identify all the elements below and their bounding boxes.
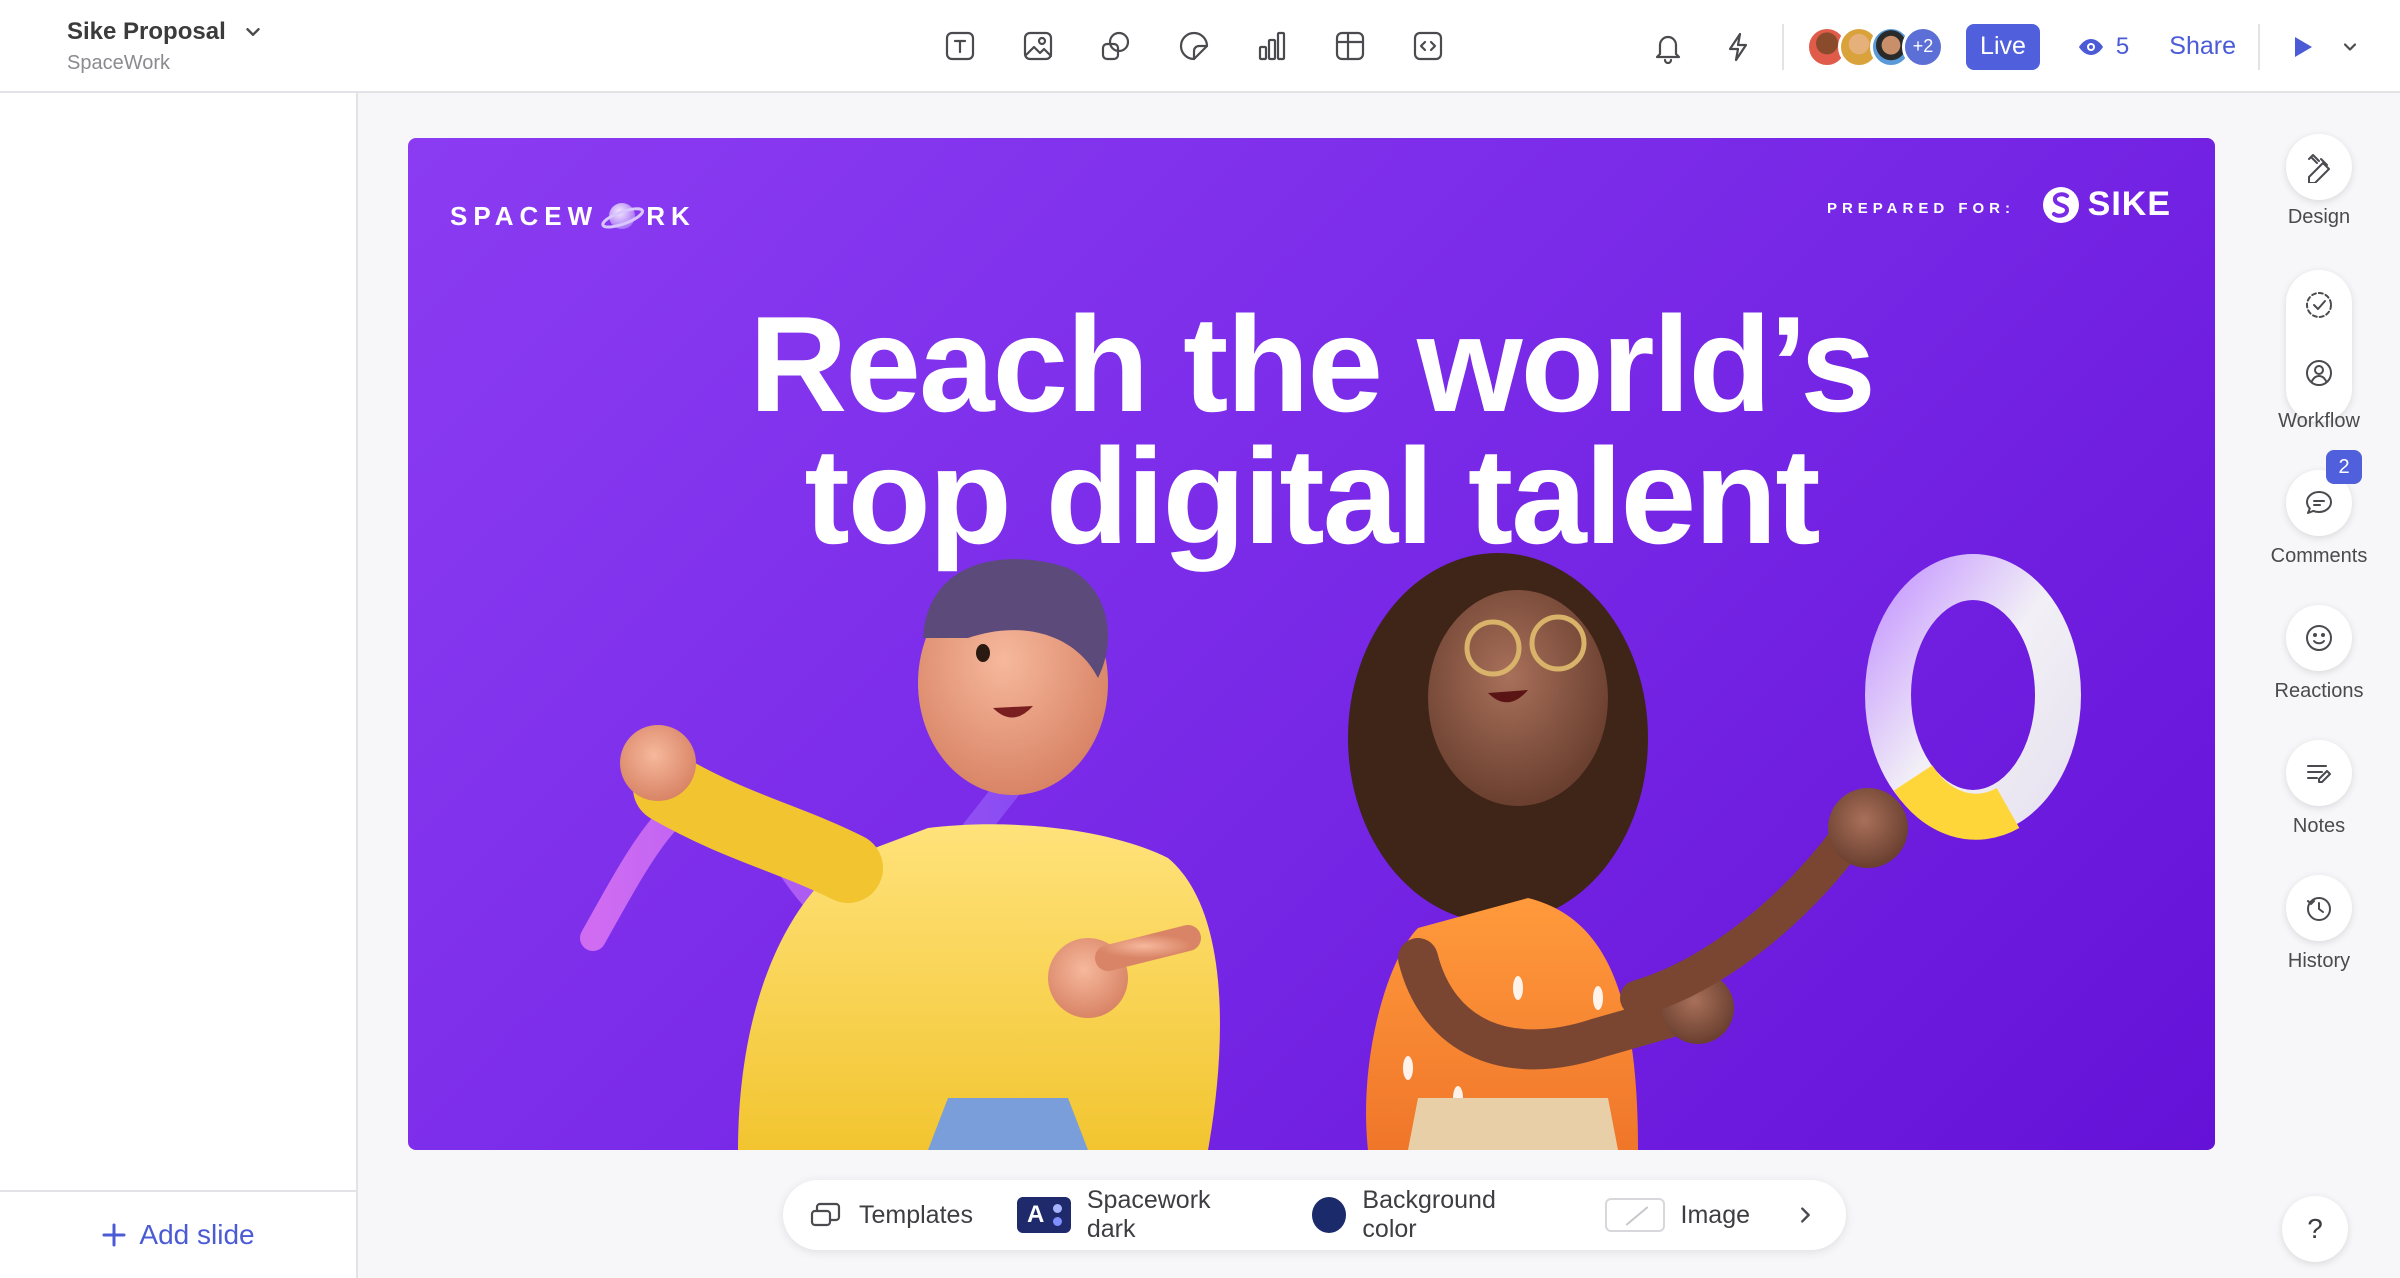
add-slide-label: Add slide xyxy=(139,1219,255,1250)
divider xyxy=(1782,23,1785,70)
slide-headline[interactable]: Reach the world’s top digital talent xyxy=(408,288,2215,572)
document-title: Sike Proposal xyxy=(67,18,226,45)
more-options-button[interactable] xyxy=(1794,1204,1816,1226)
empty-image-swatch xyxy=(1604,1198,1665,1232)
image-icon xyxy=(1023,31,1053,61)
theme-label: Spacework dark xyxy=(1086,1186,1211,1243)
lightning-icon xyxy=(1728,32,1748,61)
chevron-down-icon xyxy=(246,28,260,36)
table-tool-button[interactable] xyxy=(1330,26,1370,66)
history-button[interactable] xyxy=(2286,875,2352,941)
eye-icon xyxy=(2078,38,2103,55)
text-icon xyxy=(945,31,975,61)
comments-count-badge: 2 xyxy=(2326,450,2362,484)
sticker-icon xyxy=(1179,31,1209,61)
shapes-tool-button[interactable] xyxy=(1096,26,1136,66)
background-color-swatch xyxy=(1311,1197,1347,1233)
headline-line-2: top digital talent xyxy=(804,420,1820,572)
document-title-dropdown[interactable]: Sike Proposal xyxy=(67,18,264,46)
workflow-label: Workflow xyxy=(2278,410,2360,432)
design-tools-icon xyxy=(2308,154,2330,183)
sticker-tool-button[interactable] xyxy=(1174,26,1214,66)
notes-label: Notes xyxy=(2292,815,2346,837)
background-color-label: Background color xyxy=(1362,1186,1496,1243)
background-color-button[interactable]: Background color xyxy=(1311,1186,1549,1244)
live-button[interactable]: Live xyxy=(1966,23,2040,70)
chevron-right-icon xyxy=(1801,1207,1810,1223)
workflow-group xyxy=(2286,270,2352,422)
templates-icon xyxy=(810,1202,841,1227)
headline-line-1: Reach the world’s xyxy=(749,288,1876,440)
plus-icon xyxy=(102,1223,126,1247)
theme-button[interactable]: A Spacework dark xyxy=(1016,1186,1258,1244)
theme-chip-letter: A xyxy=(1026,1201,1045,1228)
share-button[interactable]: Share xyxy=(2169,32,2236,61)
history-icon xyxy=(2307,897,2331,921)
comments-label: Comments xyxy=(2270,545,2368,567)
chevron-down-icon xyxy=(2343,42,2357,51)
templates-label: Templates xyxy=(859,1200,973,1229)
templates-button[interactable]: Templates xyxy=(809,1198,973,1232)
divider xyxy=(2258,23,2260,70)
chart-icon xyxy=(1258,31,1286,61)
design-button[interactable] xyxy=(2286,134,2352,200)
slide-options-toolbar: Templates A Spacework dark Background co… xyxy=(783,1180,1846,1250)
theme-swatch: A xyxy=(1016,1197,1071,1233)
smile-icon xyxy=(2306,625,2332,651)
bell-icon xyxy=(1655,35,1681,64)
header-actions: +2 Live 5 Share xyxy=(1648,0,2400,93)
reactions-label: Reactions xyxy=(2274,680,2364,702)
table-icon xyxy=(1335,31,1365,61)
notes-button[interactable] xyxy=(2286,740,2352,806)
image-label: Image xyxy=(1680,1200,1750,1229)
present-button[interactable] xyxy=(2290,35,2360,59)
image-tool-button[interactable] xyxy=(1018,26,1058,66)
embed-icon xyxy=(1413,31,1443,61)
top-bar: Sike Proposal SpaceWork +2 Live 5 Share xyxy=(0,0,2400,93)
play-icon xyxy=(2295,36,2312,57)
history-label: History xyxy=(2287,950,2351,972)
approval-button[interactable] xyxy=(2286,272,2352,338)
shapes-icon xyxy=(1101,31,1130,61)
text-tool-button[interactable] xyxy=(940,26,980,66)
add-slide-button[interactable]: Add slide xyxy=(0,1190,356,1278)
help-button[interactable]: ? xyxy=(2282,1196,2348,1262)
quick-actions-button[interactable] xyxy=(1718,27,1758,67)
design-label: Design xyxy=(2287,206,2351,228)
user-circle-icon xyxy=(2306,360,2332,386)
assignee-button[interactable] xyxy=(2286,340,2352,406)
insert-toolbar xyxy=(940,26,1448,66)
workspace-name: SpaceWork xyxy=(67,52,171,74)
viewers-count[interactable]: 5 xyxy=(2078,33,2129,61)
comment-icon xyxy=(2306,491,2332,514)
background-image-button[interactable]: Image xyxy=(1604,1198,1750,1232)
embed-tool-button[interactable] xyxy=(1408,26,1448,66)
chart-tool-button[interactable] xyxy=(1252,26,1292,66)
slides-panel: Add slide xyxy=(0,93,358,1278)
reactions-button[interactable] xyxy=(2286,605,2352,671)
notes-icon xyxy=(2307,765,2331,783)
check-circle-icon xyxy=(2306,292,2332,318)
collaborator-avatars[interactable]: +2 xyxy=(1806,25,1945,68)
notifications-button[interactable] xyxy=(1648,27,1688,67)
viewers-count-value: 5 xyxy=(2115,32,2130,60)
more-collaborators-badge[interactable]: +2 xyxy=(1902,25,1945,68)
slide-canvas[interactable]: SPACEW RK PREPARED FOR: SIKE Reach the w… xyxy=(408,138,2215,1150)
